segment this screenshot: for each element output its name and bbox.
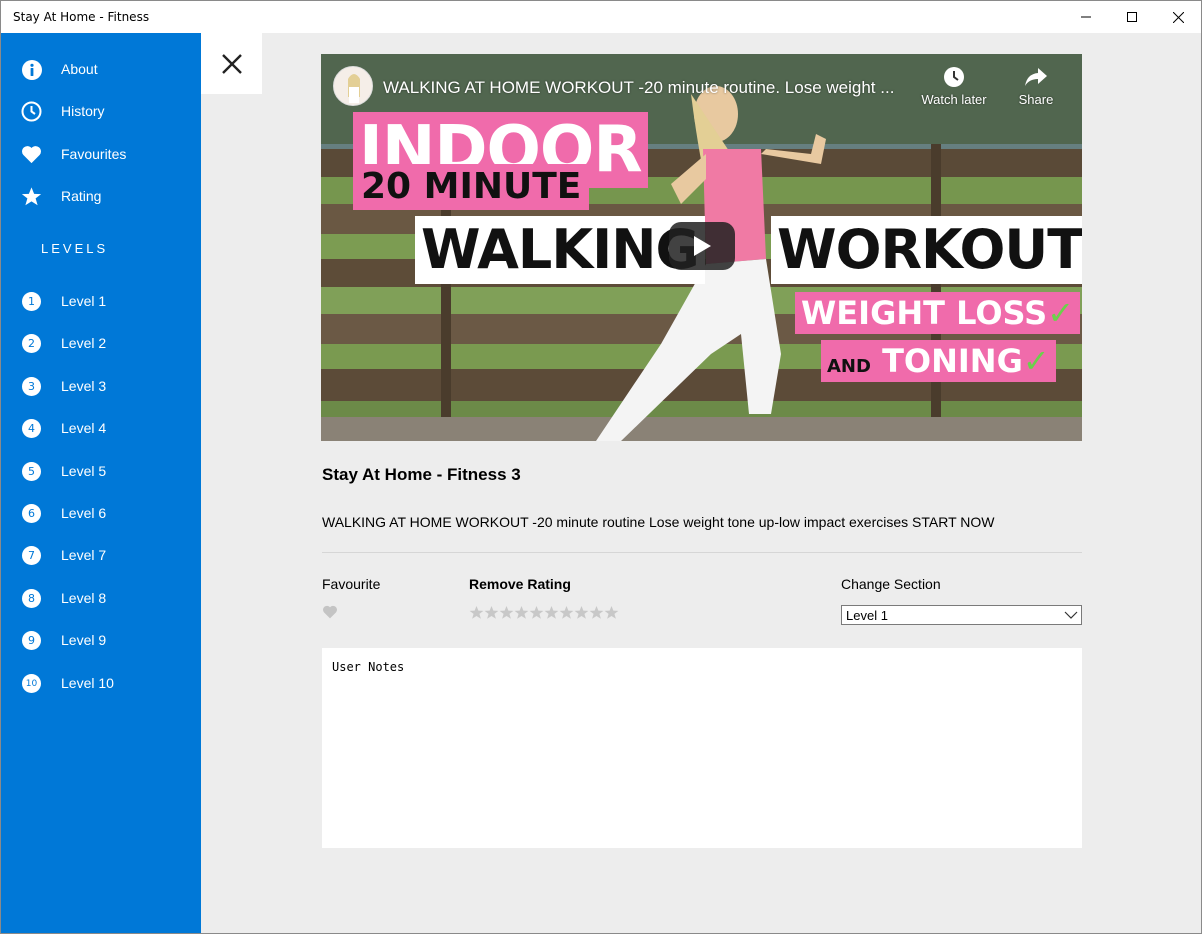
number-2-icon: 2: [21, 333, 42, 354]
remove-rating-button[interactable]: Remove Rating: [469, 576, 571, 592]
window-title: Stay At Home - Fitness: [13, 10, 150, 24]
app-window: Stay At Home - Fitness About History Fav…: [0, 0, 1202, 934]
sidebar-item-label: Level 8: [61, 590, 107, 606]
close-pane-button[interactable]: [201, 33, 262, 94]
maximize-button[interactable]: [1109, 1, 1155, 33]
number-10-icon: 10: [21, 673, 42, 694]
section-select[interactable]: Level 1: [841, 605, 1082, 625]
close-icon: [221, 53, 242, 74]
sidebar-item-level-6[interactable]: 6 Level 6: [1, 496, 201, 530]
sidebar-item-level-8[interactable]: 8 Level 8: [1, 581, 201, 615]
maximize-icon: [1127, 12, 1137, 22]
heart-icon: [323, 605, 337, 619]
sidebar-item-level-4[interactable]: 4 Level 4: [1, 411, 201, 445]
info-icon: [21, 59, 42, 80]
number-9-icon: 9: [21, 630, 42, 651]
detail-description: WALKING AT HOME WORKOUT -20 minute routi…: [322, 514, 995, 530]
change-section-label: Change Section: [841, 576, 941, 592]
sidebar-item-favourites[interactable]: Favourites: [1, 137, 201, 171]
rating-star-icon[interactable]: [544, 605, 559, 620]
rating-star-icon[interactable]: [469, 605, 484, 620]
section-select-value: Level 1: [846, 608, 888, 623]
number-1-icon: 1: [21, 291, 42, 312]
number-3-icon: 3: [21, 376, 42, 397]
channel-avatar[interactable]: [333, 66, 373, 106]
watch-later-button[interactable]: Watch later: [919, 66, 989, 107]
thumb-text-workout: WORKOUT: [771, 216, 1082, 284]
rating-star-icon[interactable]: [529, 605, 544, 620]
sidebar-item-label: Favourites: [61, 146, 127, 162]
rating-star-icon[interactable]: [484, 605, 499, 620]
rating-star-icon[interactable]: [499, 605, 514, 620]
number-8-icon: 8: [21, 588, 42, 609]
minimize-icon: [1081, 16, 1091, 18]
sidebar-item-label: Level 3: [61, 378, 107, 394]
sidebar-item-label: Level 1: [61, 293, 107, 309]
thumb-text-weight-loss: WEIGHT LOSS✓: [795, 292, 1080, 334]
rating-stars[interactable]: [469, 605, 619, 620]
divider: [322, 552, 1082, 553]
sidebar-item-level-5[interactable]: 5 Level 5: [1, 454, 201, 488]
sidebar-item-label: Rating: [61, 188, 102, 204]
levels-heading: LEVELS: [41, 241, 109, 256]
window-close-button[interactable]: [1155, 1, 1201, 33]
favourite-label: Favourite: [322, 576, 381, 592]
sidebar-item-rating[interactable]: Rating: [1, 179, 201, 213]
sidebar-item-label: Level 7: [61, 547, 107, 563]
detail-title: Stay At Home - Fitness 3: [322, 465, 521, 484]
number-6-icon: 6: [21, 503, 42, 524]
close-icon: [1172, 11, 1184, 23]
sidebar-item-label: About: [61, 61, 98, 77]
thumb-text-walking: WALKING: [415, 216, 705, 284]
video-player[interactable]: INDOOR 20 MINUTE WALKING WORKOUT WEIGHT …: [321, 54, 1082, 441]
clock-icon: [21, 101, 42, 122]
sidebar-item-history[interactable]: History: [1, 94, 201, 128]
sidebar-item-label: History: [61, 103, 105, 119]
favourite-toggle[interactable]: [322, 605, 338, 624]
thumb-text-20-minute: 20 MINUTE: [353, 164, 590, 210]
video-title[interactable]: WALKING AT HOME WORKOUT -20 minute routi…: [383, 78, 913, 98]
rating-star-icon[interactable]: [514, 605, 529, 620]
user-notes-field[interactable]: User Notes: [322, 648, 1082, 848]
watch-later-label: Watch later: [921, 92, 987, 107]
share-label: Share: [1018, 92, 1054, 107]
sidebar-item-level-2[interactable]: 2 Level 2: [1, 326, 201, 360]
sidebar-item-about[interactable]: About: [1, 52, 201, 86]
heart-icon: [21, 144, 42, 165]
thumb-text-toning: AND TONING✓: [821, 340, 1056, 382]
number-5-icon: 5: [21, 461, 42, 482]
chevron-down-icon: [1064, 611, 1078, 619]
rating-star-icon[interactable]: [574, 605, 589, 620]
rating-star-icon[interactable]: [604, 605, 619, 620]
title-bar: Stay At Home - Fitness: [1, 1, 1201, 33]
number-7-icon: 7: [21, 545, 42, 566]
clock-icon: [944, 67, 964, 87]
sidebar-item-label: Level 9: [61, 632, 107, 648]
play-icon: [694, 236, 711, 256]
sidebar-item-label: Level 5: [61, 463, 107, 479]
sidebar-item-label: Level 10: [61, 675, 114, 691]
play-button[interactable]: [669, 222, 735, 270]
star-icon: [21, 186, 42, 207]
number-4-icon: 4: [21, 418, 42, 439]
sidebar-item-label: Level 4: [61, 420, 107, 436]
sidebar: About History Favourites Rating LEVELS 1…: [1, 33, 201, 933]
sidebar-item-level-3[interactable]: 3 Level 3: [1, 369, 201, 403]
minimize-button[interactable]: [1063, 1, 1109, 33]
sidebar-item-level-1[interactable]: 1 Level 1: [1, 284, 201, 318]
sidebar-item-level-10[interactable]: 10 Level 10: [1, 666, 201, 700]
sidebar-item-level-7[interactable]: 7 Level 7: [1, 538, 201, 572]
rating-star-icon[interactable]: [589, 605, 604, 620]
share-button[interactable]: Share: [1001, 66, 1071, 107]
user-notes-placeholder: User Notes: [332, 660, 405, 674]
sidebar-item-level-9[interactable]: 9 Level 9: [1, 623, 201, 657]
sidebar-item-label: Level 6: [61, 505, 107, 521]
sidebar-item-label: Level 2: [61, 335, 107, 351]
rating-star-icon[interactable]: [559, 605, 574, 620]
share-icon: [1025, 68, 1047, 86]
